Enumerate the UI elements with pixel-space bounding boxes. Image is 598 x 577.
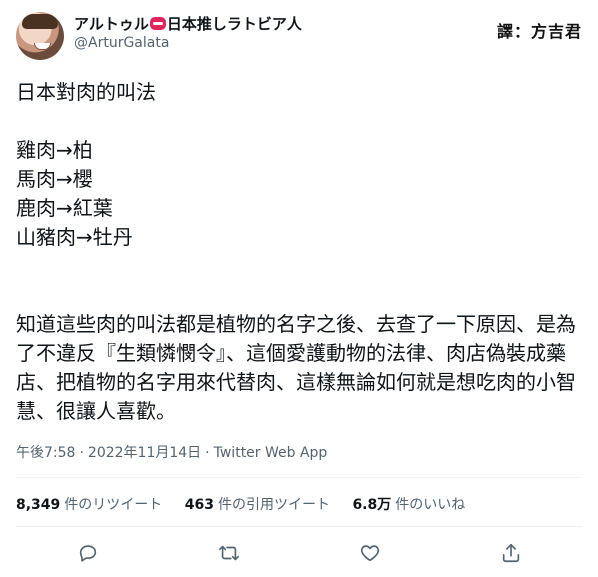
divider xyxy=(16,526,582,527)
quote-count-link[interactable]: 463 件の引用ツイート xyxy=(185,497,330,513)
display-name-part1: アルトゥル xyxy=(74,15,149,33)
like-button[interactable] xyxy=(353,536,387,570)
retweet-count-link[interactable]: 8,349 件のリツイート xyxy=(16,497,162,513)
share-icon xyxy=(502,543,520,563)
reply-button[interactable] xyxy=(71,536,105,570)
tweet-time[interactable]: 午後7:58 xyxy=(16,445,75,461)
quote-label: 件の引用ツイート xyxy=(217,497,330,513)
avatar-hair xyxy=(22,14,58,29)
like-label: 件のいいね xyxy=(395,497,466,513)
author-block: アルトゥル 日本推しラトビア人 @ArturGalata xyxy=(74,14,302,52)
heart-icon xyxy=(360,545,380,562)
tweet-stats: 8,349 件のリツイート 463 件の引用ツイート 6.8万 件のいいね xyxy=(16,494,483,514)
quote-count: 463 xyxy=(184,497,214,513)
red-badge-icon xyxy=(149,17,166,30)
retweet-count: 8,349 xyxy=(16,497,61,513)
divider xyxy=(16,477,582,478)
tweet-date[interactable]: 2022年11月14日 xyxy=(88,445,201,461)
avatar[interactable] xyxy=(16,12,64,60)
meta-separator: · xyxy=(79,445,84,461)
translator-watermark: 譯：方吉君 xyxy=(496,22,582,41)
like-count-link[interactable]: 6.8万 件のいいね xyxy=(352,497,465,513)
display-name-part2: 日本推しラトビア人 xyxy=(166,15,302,33)
display-name[interactable]: アルトゥル 日本推しラトビア人 xyxy=(74,14,302,34)
tweet-meta: 午後7:58 · 2022年11月14日 · Twitter Web App xyxy=(16,442,327,462)
share-button[interactable] xyxy=(494,536,528,570)
tweet-source[interactable]: Twitter Web App xyxy=(214,445,328,461)
avatar-smile xyxy=(34,43,51,50)
retweet-button[interactable] xyxy=(212,536,246,570)
like-count: 6.8万 xyxy=(352,497,392,513)
meta-separator: · xyxy=(205,445,210,461)
retweet-label: 件のリツイート xyxy=(64,497,163,513)
retweet-icon xyxy=(219,545,239,561)
tweet-text: 日本對肉的叫法 雞肉→柏 馬肉→櫻 鹿肉→紅葉 山豬肉→牡丹 知道這些肉的叫法都… xyxy=(16,80,576,423)
tweet-header: アルトゥル 日本推しラトビア人 @ArturGalata 譯：方吉君 xyxy=(16,12,582,62)
username[interactable]: @ArturGalata xyxy=(74,34,302,52)
tweet-actions xyxy=(16,536,582,570)
reply-icon xyxy=(79,545,97,562)
